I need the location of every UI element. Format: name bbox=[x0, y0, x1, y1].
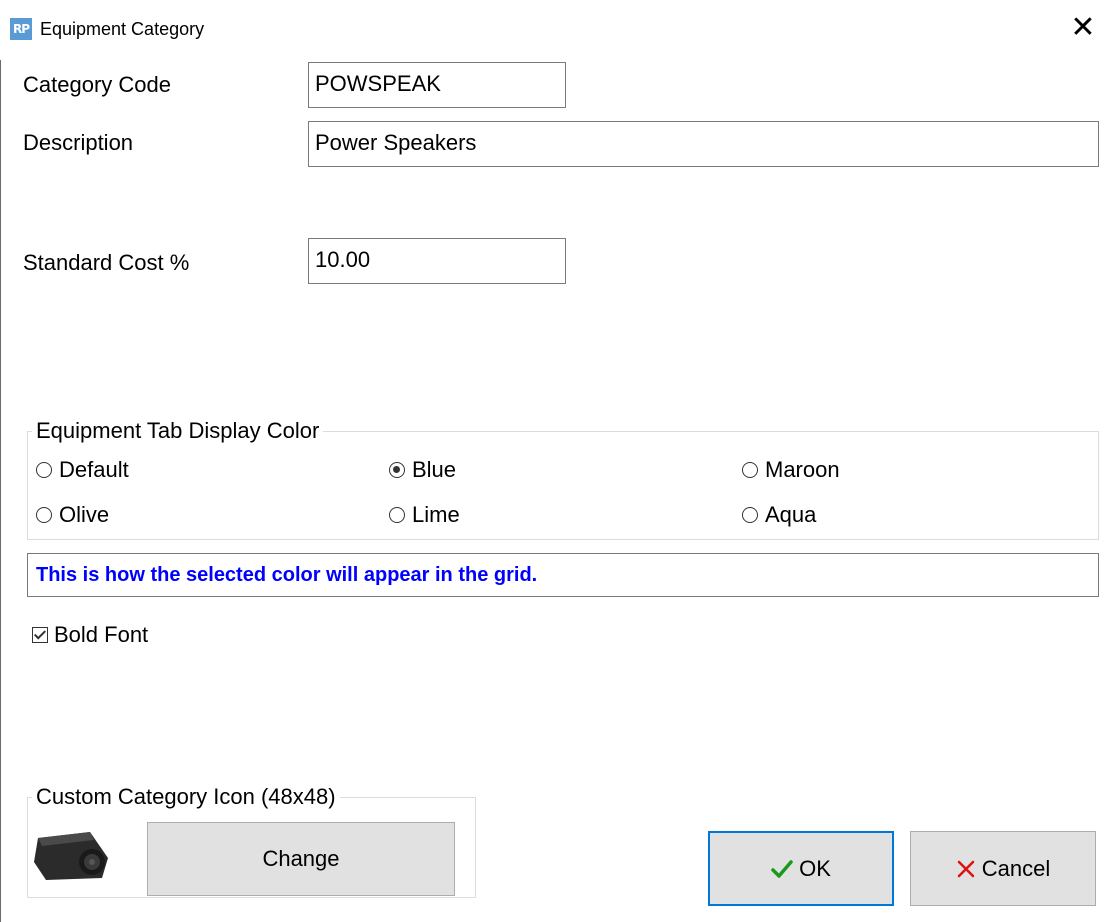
radio-aqua[interactable]: Aqua bbox=[742, 502, 816, 528]
app-icon: RP bbox=[10, 18, 32, 40]
radio-circle[interactable] bbox=[389, 507, 405, 523]
custom-icon-legend: Custom Category Icon (48x48) bbox=[36, 784, 336, 809]
radio-label: Aqua bbox=[765, 502, 817, 527]
radio-label: Default bbox=[59, 457, 129, 482]
radio-circle[interactable] bbox=[389, 462, 405, 478]
x-icon bbox=[956, 859, 976, 879]
radio-maroon[interactable]: Maroon bbox=[742, 457, 840, 483]
radio-blue[interactable]: Blue bbox=[389, 457, 456, 483]
change-button-label: Change bbox=[262, 846, 340, 871]
radio-label: Olive bbox=[59, 502, 110, 527]
bold-font-checkbox[interactable]: Bold Font bbox=[32, 622, 148, 648]
description-input[interactable]: Power Speakers bbox=[308, 121, 1099, 167]
radio-default[interactable]: Default bbox=[36, 457, 129, 483]
radio-olive[interactable]: Olive bbox=[36, 502, 109, 528]
radio-lime[interactable]: Lime bbox=[389, 502, 460, 528]
standard-cost-input[interactable]: 10.00 bbox=[308, 238, 566, 284]
checkmark-icon bbox=[771, 859, 793, 879]
radio-circle[interactable] bbox=[742, 507, 758, 523]
cancel-button-label: Cancel bbox=[981, 855, 1051, 881]
category-code-label: Category Code bbox=[23, 72, 171, 97]
radio-circle[interactable] bbox=[742, 462, 758, 478]
close-icon[interactable]: ✕ bbox=[1068, 13, 1098, 44]
title-bar: RP Equipment Category ✕ bbox=[0, 0, 1109, 60]
ok-button-label: OK bbox=[799, 855, 831, 881]
standard-cost-label: Standard Cost % bbox=[23, 250, 190, 275]
description-label: Description bbox=[23, 130, 134, 155]
bold-font-label: Bold Font bbox=[54, 622, 149, 647]
change-icon-button[interactable]: Change bbox=[147, 822, 455, 896]
ok-button[interactable]: OK bbox=[708, 831, 894, 906]
radio-circle[interactable] bbox=[36, 507, 52, 523]
display-color-legend: Equipment Tab Display Color bbox=[36, 418, 320, 443]
checkbox-box[interactable] bbox=[32, 627, 48, 643]
radio-circle[interactable] bbox=[36, 462, 52, 478]
display-color-group: Equipment Tab Display Color bbox=[27, 420, 1099, 540]
window-title: Equipment Category bbox=[40, 19, 205, 39]
category-code-input[interactable]: POWSPEAK bbox=[308, 62, 566, 108]
speaker-icon bbox=[34, 832, 108, 880]
radio-label: Lime bbox=[412, 502, 460, 527]
cancel-button[interactable]: Cancel bbox=[910, 831, 1096, 906]
radio-label: Blue bbox=[412, 457, 457, 482]
color-preview-text: This is how the selected color will appe… bbox=[27, 553, 1099, 597]
radio-label: Maroon bbox=[765, 457, 840, 482]
window-border bbox=[0, 0, 3, 922]
